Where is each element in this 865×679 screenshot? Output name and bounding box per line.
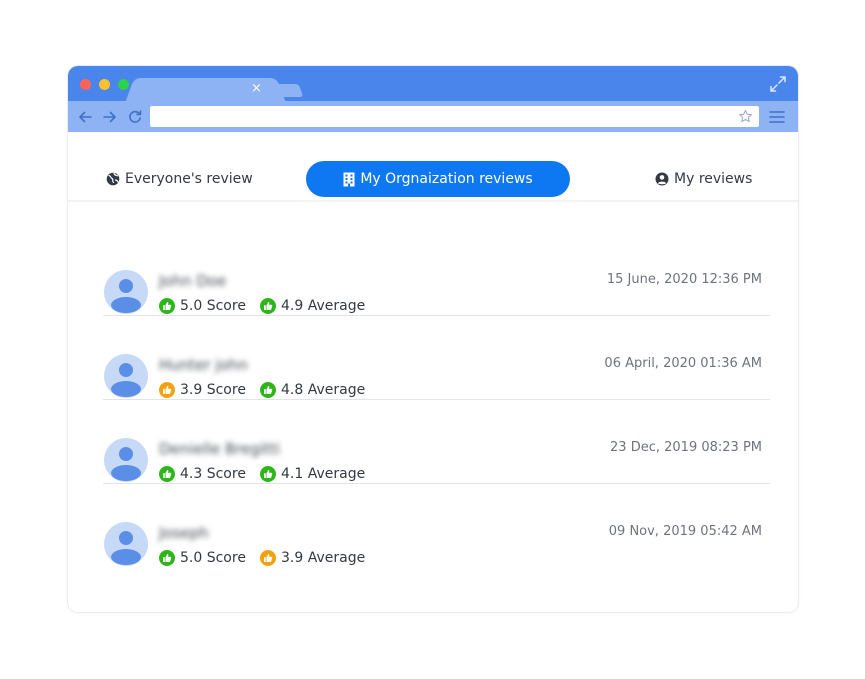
score-stat: 4.3 Score [159,466,246,482]
address-bar [68,101,798,132]
close-window-button[interactable] [80,79,91,90]
avatar [104,270,148,314]
globe-icon [106,172,120,186]
average-value: 4.1 Average [281,466,366,482]
user-circle-icon [655,172,669,186]
tab-close-icon[interactable]: × [251,82,262,96]
score-stat: 5.0 Score [159,298,246,314]
minimize-window-button[interactable] [99,79,110,90]
user-avatar-icon [111,279,141,313]
reviewer-name: John Doe [159,272,227,290]
tab-my-reviews[interactable]: My reviews [655,161,752,197]
average-stat: 3.9 Average [260,550,365,566]
score-value: 3.9 Score [180,382,246,398]
title-bar: × [68,66,798,101]
review-row[interactable]: Hunter john 06 April, 2020 01:36 AM 3.9 … [103,316,770,400]
average-stat: 4.1 Average [260,466,365,482]
tab-everyones-review[interactable]: Everyone's review [106,161,253,197]
average-value: 3.9 Average [281,550,366,566]
user-avatar-icon [111,531,141,565]
hamburger-menu-icon[interactable] [769,110,785,124]
score-value: 5.0 Score [180,298,246,314]
score-stat: 3.9 Score [159,382,246,398]
reviewer-name: Denielle Bregitti [159,440,280,458]
tab-everyones-review-label: Everyone's review [125,171,253,187]
review-date: 09 Nov, 2019 05:42 AM [608,524,762,539]
bookmark-star-icon[interactable] [738,109,753,124]
thumbs-up-icon [260,382,276,398]
new-tab-button[interactable] [272,84,304,97]
tab-my-reviews-label: My reviews [674,171,753,187]
thumbs-up-icon [260,298,276,314]
back-arrow-icon[interactable] [77,109,93,125]
review-date: 06 April, 2020 01:36 AM [604,356,762,371]
thumbs-up-icon [159,298,175,314]
reviewer-name: Joseph [159,524,209,542]
thumbs-up-icon [159,466,175,482]
thumbs-up-icon [159,550,175,566]
user-avatar-icon [111,363,141,397]
average-value: 4.9 Average [281,298,366,314]
score-value: 4.3 Score [180,466,246,482]
review-row[interactable]: John Doe 15 June, 2020 12:36 PM 5.0 Scor… [103,232,770,316]
avatar [104,354,148,398]
review-list: John Doe 15 June, 2020 12:36 PM 5.0 Scor… [103,232,770,568]
thumbs-up-icon [159,382,175,398]
review-date: 23 Dec, 2019 08:23 PM [610,440,762,455]
review-row[interactable]: Denielle Bregitti 23 Dec, 2019 08:23 PM … [103,400,770,484]
building-icon [343,172,355,186]
thumbs-up-icon [260,466,276,482]
url-input[interactable] [150,106,759,127]
review-date: 15 June, 2020 12:36 PM [606,272,762,287]
average-stat: 4.9 Average [260,298,365,314]
browser-window: × Everyone's review My Orgnaization revi… [68,66,798,612]
forward-arrow-icon[interactable] [102,109,118,125]
thumbs-up-icon [260,550,276,566]
score-stat: 5.0 Score [159,550,246,566]
avatar [104,438,148,482]
user-avatar-icon [111,447,141,481]
reload-icon[interactable] [127,109,143,125]
avatar [104,522,148,566]
review-row[interactable]: Joseph 09 Nov, 2019 05:42 AM 5.0 Score 3… [103,484,770,568]
expand-icon[interactable] [769,75,787,93]
maximize-window-button[interactable] [118,79,129,90]
average-stat: 4.8 Average [260,382,365,398]
average-value: 4.8 Average [281,382,366,398]
tab-my-organization-reviews[interactable]: My Orgnaization reviews [306,161,570,197]
score-value: 5.0 Score [180,550,246,566]
reviewer-name: Hunter john [159,356,248,374]
review-tabs: Everyone's review My Orgnaization review… [68,132,798,202]
tab-my-organization-reviews-label: My Orgnaization reviews [360,171,533,187]
